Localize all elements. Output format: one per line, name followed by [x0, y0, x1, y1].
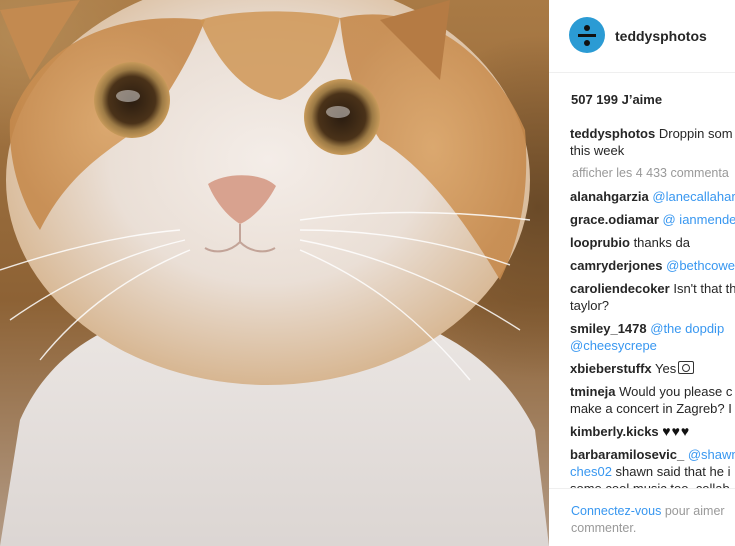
comment-username[interactable]: grace.odiamar: [570, 212, 659, 227]
camera-emoji-icon: [678, 361, 695, 374]
post-photo[interactable]: [0, 0, 549, 546]
comment-item: camryderjones @bethcowe: [570, 257, 735, 274]
comment-username[interactable]: looprubio: [570, 235, 630, 250]
comment-item: grace.odiamar @ ianmende: [570, 211, 735, 228]
comment-username[interactable]: smiley_1478: [570, 321, 647, 336]
caption-username[interactable]: teddysphotos: [570, 126, 655, 141]
username-link[interactable]: teddysphotos: [615, 28, 707, 44]
comment-mention-line2[interactable]: @cheesycrepe: [570, 338, 657, 353]
comment-text: Isn't that th: [673, 281, 735, 296]
comment-mention[interactable]: @the dopdip: [650, 321, 724, 336]
comment-username[interactable]: barbaramilosevic_: [570, 447, 684, 462]
comment-username[interactable]: camryderjones: [570, 258, 663, 273]
comment-text: Would you please c: [619, 384, 733, 399]
comment-mention[interactable]: @bethcowe: [666, 258, 735, 273]
comment-mention[interactable]: @lanecallahar: [652, 189, 735, 204]
comment-text: Yes: [655, 361, 677, 376]
comment-text-line2: make a concert in Zagreb? I: [570, 401, 732, 416]
comment-username[interactable]: kimberly.kicks: [570, 424, 659, 439]
caption: teddysphotos Droppin som this week: [570, 125, 735, 159]
comment-item: alanahgarzia @lanecallahar: [570, 188, 735, 205]
like-count[interactable]: 507 199 J’aime: [571, 92, 662, 107]
comment-text: thanks da: [633, 235, 690, 250]
comment-mention-line2[interactable]: ches02: [570, 464, 612, 479]
comment-item: tmineja Would you please c make a concer…: [570, 383, 735, 417]
comment-username[interactable]: caroliendecoker: [570, 281, 670, 296]
login-link[interactable]: Connectez-vous: [571, 504, 661, 518]
comment-mention[interactable]: @shawn: [688, 447, 735, 462]
post-header: teddysphotos: [549, 0, 735, 73]
heart-emoji-icon: ♥♥♥: [662, 423, 691, 439]
comment-username[interactable]: tmineja: [570, 384, 616, 399]
post-sidebar: teddysphotos 507 199 J’aime teddysphotos…: [549, 0, 735, 546]
caption-text-line2: this week: [570, 143, 625, 158]
comment-mention[interactable]: @ ianmende: [663, 212, 735, 227]
comment-text-line2: taylor?: [570, 298, 610, 313]
login-footer: Connectez-vous pour aimer commenter.: [549, 488, 735, 546]
comment-username[interactable]: xbieberstuffx: [570, 361, 652, 376]
cat-photo: [0, 0, 549, 546]
view-all-comments-link[interactable]: afficher les 4 433 commenta: [572, 165, 735, 182]
comment-text-line2: shawn said that he i: [615, 464, 731, 479]
caption-text: Droppin som: [658, 126, 733, 141]
login-prompt-text: pour aimer: [664, 504, 725, 518]
comment-username[interactable]: alanahgarzia: [570, 189, 649, 204]
avatar[interactable]: [569, 17, 605, 53]
login-prompt-text-line2: commenter.: [571, 521, 637, 535]
comment-list: teddysphotos Droppin som this week affic…: [570, 125, 735, 503]
comment-item: xbieberstuffx Yes: [570, 360, 735, 377]
comment-item: kimberly.kicks ♥♥♥: [570, 423, 735, 440]
comment-item: looprubio thanks da: [570, 234, 735, 251]
comment-item: caroliendecoker Isn't that th taylor?: [570, 280, 735, 314]
comment-item: smiley_1478 @the dopdip @cheesycrepe: [570, 320, 735, 354]
